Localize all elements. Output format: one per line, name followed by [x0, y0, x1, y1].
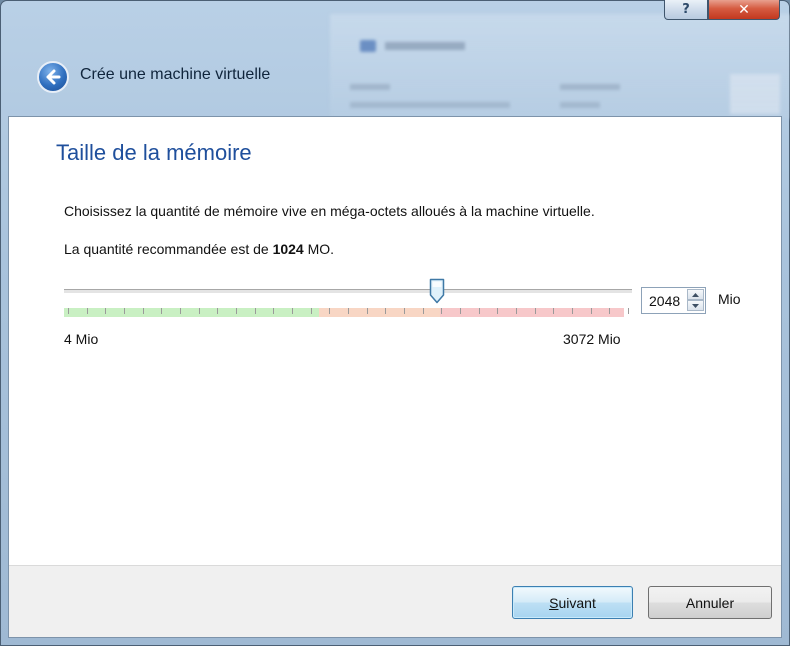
- slider-tick: [87, 308, 88, 314]
- slider-tick: [273, 308, 274, 314]
- spin-up-button[interactable]: [687, 289, 704, 300]
- slider-tick: [255, 308, 256, 314]
- spin-down-button[interactable]: [687, 300, 704, 311]
- close-icon: ✕: [738, 1, 750, 18]
- chevron-down-icon: [692, 303, 699, 308]
- slider-tick: [180, 308, 181, 314]
- next-accelerator: S: [549, 594, 559, 611]
- slider-tick: [329, 308, 330, 314]
- memory-spinbox[interactable]: [641, 287, 706, 314]
- slider-tick: [423, 308, 424, 314]
- slider-tick: [497, 308, 498, 314]
- page-description: Choisissez la quantité de mémoire vive e…: [64, 203, 595, 219]
- slider-tick: [143, 308, 144, 314]
- back-arrow-icon: [46, 69, 61, 85]
- slider-tick: [199, 308, 200, 314]
- memory-slider-thumb[interactable]: [429, 278, 445, 304]
- slider-tick: [479, 308, 480, 314]
- slider-tick: [572, 308, 573, 314]
- slider-tick: [404, 308, 405, 314]
- slider-tick: [441, 308, 442, 314]
- slider-tick: [124, 308, 125, 314]
- chevron-up-icon: [692, 292, 699, 297]
- close-button[interactable]: ✕: [708, 0, 780, 20]
- slider-tick: [348, 308, 349, 314]
- next-button[interactable]: Suivant: [512, 586, 633, 619]
- slider-tick: [516, 308, 517, 314]
- help-button[interactable]: ?: [664, 0, 708, 20]
- recommended-value: 1024: [272, 241, 304, 257]
- slider-tick: [553, 308, 554, 314]
- next-label: uivant: [558, 594, 596, 611]
- window-title: Crée une machine virtuelle: [80, 66, 271, 83]
- wizard-page: [8, 116, 782, 638]
- recommended-memory-text: La quantité recommandée est de 1024 MO.: [64, 241, 334, 257]
- cancel-button[interactable]: Annuler: [648, 586, 772, 619]
- slider-tick: [609, 308, 610, 314]
- slider-tick: [311, 308, 312, 314]
- slider-tick: [628, 308, 629, 314]
- slider-min-label: 4 Mio: [64, 331, 99, 347]
- slider-tick: [236, 308, 237, 314]
- memory-input[interactable]: [642, 288, 688, 313]
- slider-tick: [591, 308, 592, 314]
- recommended-suffix: MO.: [303, 241, 335, 257]
- slider-tick: [385, 308, 386, 314]
- slider-tick: [460, 308, 461, 314]
- slider-tick: [105, 308, 106, 314]
- page-title: Taille de la mémoire: [56, 140, 252, 165]
- slider-tick: [161, 308, 162, 314]
- slider-tick: [535, 308, 536, 314]
- recommended-prefix: La quantité recommandée est de: [64, 241, 273, 257]
- memory-unit-label: Mio: [718, 291, 741, 307]
- slider-max-label: 3072 Mio: [563, 331, 621, 347]
- slider-ticks: [64, 308, 632, 317]
- background-window-blur: [330, 14, 790, 119]
- slider-tick: [217, 308, 218, 314]
- help-icon: ?: [682, 2, 690, 17]
- memory-slider-track[interactable]: [64, 289, 632, 294]
- slider-tick: [367, 308, 368, 314]
- back-button[interactable]: [37, 61, 69, 93]
- slider-tick: [68, 308, 69, 314]
- slider-tick: [292, 308, 293, 314]
